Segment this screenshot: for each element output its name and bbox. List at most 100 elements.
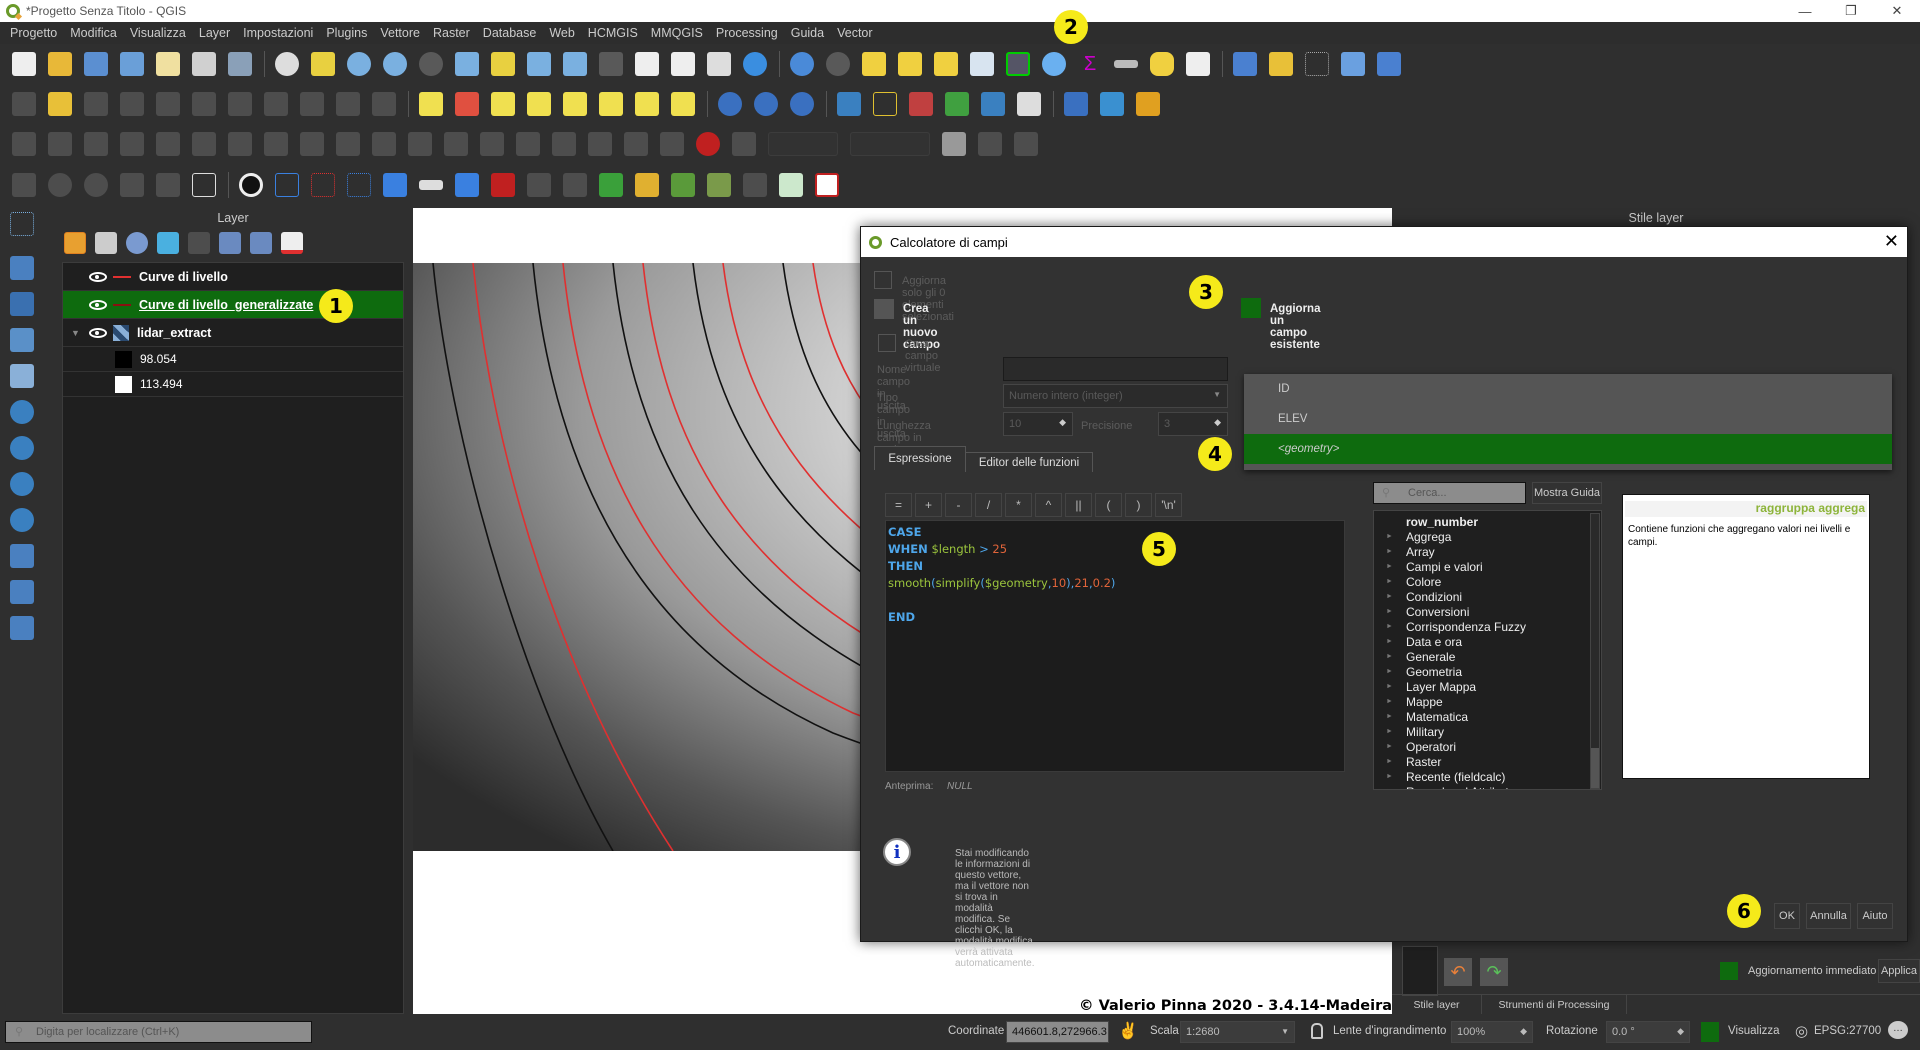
menu-visualizza[interactable]: Visualizza bbox=[130, 26, 186, 40]
close-window-button[interactable]: ✕ bbox=[1874, 0, 1920, 22]
redo-icon[interactable] bbox=[372, 92, 396, 116]
zoom-full-icon[interactable] bbox=[455, 52, 479, 76]
style-brush-icon[interactable] bbox=[64, 232, 86, 254]
help-icon[interactable] bbox=[1064, 92, 1088, 116]
manage-map-themes-icon[interactable] bbox=[126, 232, 148, 254]
menu-guida[interactable]: Guida bbox=[791, 26, 824, 40]
visibility-eye-icon[interactable] bbox=[89, 299, 107, 310]
snap-mode-icon[interactable] bbox=[732, 132, 756, 156]
tab-espressione[interactable]: Espressione bbox=[874, 446, 966, 470]
length-spinbox[interactable]: 10 ◆ bbox=[1003, 412, 1073, 436]
spinner-icon[interactable]: ◆ bbox=[1520, 1026, 1527, 1037]
new-map-view-icon[interactable] bbox=[635, 52, 659, 76]
digitize-b-icon[interactable] bbox=[48, 132, 72, 156]
plugin-c-icon[interactable] bbox=[981, 92, 1005, 116]
plugin-l-icon[interactable] bbox=[815, 173, 839, 197]
function-group[interactable]: ► Colore bbox=[1374, 574, 1601, 589]
field-option-elev[interactable]: ELEV bbox=[1244, 404, 1892, 434]
add-wcs-icon[interactable] bbox=[10, 472, 34, 496]
network-tool-icon[interactable] bbox=[383, 173, 407, 197]
expression-editor[interactable]: CASE WHEN $length > 25 THEN smooth(simpl… bbox=[885, 520, 1345, 772]
menu-vettore[interactable]: Vettore bbox=[380, 26, 420, 40]
deselect-all-icon[interactable] bbox=[934, 52, 958, 76]
plugin-i-icon[interactable] bbox=[635, 173, 659, 197]
digitize-g-icon[interactable] bbox=[228, 132, 252, 156]
add-rectangle-icon[interactable] bbox=[120, 173, 144, 197]
cut-features-icon[interactable] bbox=[228, 92, 252, 116]
add-mssql-icon[interactable] bbox=[10, 580, 34, 604]
ok-button[interactable]: OK bbox=[1774, 903, 1800, 929]
function-tree[interactable]: row_number ► Aggrega ► Array ► Campi e valo… bbox=[1373, 510, 1602, 790]
operator-close-paren-button[interactable]: ) bbox=[1125, 493, 1152, 517]
statistical-summary-icon[interactable]: Σ bbox=[1078, 52, 1102, 76]
function-group[interactable]: ► Aggrega bbox=[1374, 529, 1601, 544]
digitize-n-icon[interactable] bbox=[480, 132, 504, 156]
menu-impostazioni[interactable]: Impostazioni bbox=[243, 26, 313, 40]
restore-button[interactable]: ❐ bbox=[1828, 0, 1874, 22]
tab-processing-tools[interactable]: Strumenti di Processing bbox=[1482, 995, 1627, 1014]
remove-layer-icon[interactable] bbox=[281, 232, 303, 254]
apply-button[interactable]: Applica bbox=[1878, 959, 1920, 983]
function-group[interactable]: ► Recente (fieldcalc) bbox=[1374, 769, 1601, 784]
open-attribute-table-icon[interactable] bbox=[970, 52, 994, 76]
add-delimited-text-icon[interactable] bbox=[10, 212, 34, 236]
vertex-tool-icon[interactable] bbox=[156, 92, 180, 116]
label-toolbar-icon[interactable] bbox=[419, 92, 443, 116]
digitize-p-icon[interactable] bbox=[552, 132, 576, 156]
function-group[interactable]: ► Data e ora bbox=[1374, 634, 1601, 649]
expand-all-icon[interactable] bbox=[219, 232, 241, 254]
digitize-m-icon[interactable] bbox=[444, 132, 468, 156]
units-dropdown[interactable] bbox=[850, 132, 930, 156]
delete-selected-icon[interactable] bbox=[192, 92, 216, 116]
filter-expression-icon[interactable] bbox=[188, 232, 210, 254]
scale-combobox[interactable]: 1:2680 ▼ bbox=[1180, 1021, 1295, 1043]
digitize-q-icon[interactable] bbox=[588, 132, 612, 156]
operator-newline-button[interactable]: '\n' bbox=[1155, 493, 1182, 517]
add-polygon-icon[interactable] bbox=[156, 173, 180, 197]
refresh-icon[interactable] bbox=[743, 52, 767, 76]
add-oracle-icon[interactable] bbox=[10, 616, 34, 640]
digitize-l-icon[interactable] bbox=[408, 132, 432, 156]
identify-features-icon[interactable] bbox=[790, 52, 814, 76]
collapse-arrow-icon[interactable]: ▼ bbox=[71, 328, 80, 338]
digitize-k-icon[interactable] bbox=[372, 132, 396, 156]
digitize-e-icon[interactable] bbox=[156, 132, 180, 156]
data-source-manager-icon[interactable] bbox=[1233, 52, 1257, 76]
menu-modifica[interactable]: Modifica bbox=[70, 26, 117, 40]
field-option-geometry[interactable]: <geometry> bbox=[1244, 434, 1892, 464]
virtual-field-checkbox[interactable] bbox=[878, 334, 896, 352]
menu-hcmgis[interactable]: HCMGIS bbox=[588, 26, 638, 40]
menu-database[interactable]: Database bbox=[483, 26, 537, 40]
digitize-a-icon[interactable] bbox=[12, 132, 36, 156]
operator-open-paren-button[interactable]: ( bbox=[1095, 493, 1122, 517]
pin-labels-icon[interactable] bbox=[491, 92, 515, 116]
new-temp-layer-icon[interactable] bbox=[1377, 52, 1401, 76]
digitize-d-icon[interactable] bbox=[120, 132, 144, 156]
add-wms-icon[interactable] bbox=[10, 436, 34, 460]
change-label-icon[interactable] bbox=[635, 92, 659, 116]
globe-2-icon[interactable] bbox=[754, 92, 778, 116]
operator-divide-button[interactable]: / bbox=[975, 493, 1002, 517]
cross-b-icon[interactable] bbox=[1014, 132, 1038, 156]
run-action-icon[interactable] bbox=[826, 52, 850, 76]
snapping-icon[interactable] bbox=[696, 132, 720, 156]
nnjoin-icon[interactable] bbox=[1136, 92, 1160, 116]
undo-style-icon[interactable]: ↶ bbox=[1444, 958, 1472, 986]
function-item[interactable]: row_number bbox=[1374, 514, 1601, 529]
polyline-tool-icon[interactable] bbox=[347, 173, 371, 197]
operator-plus-button[interactable]: + bbox=[915, 493, 942, 517]
live-update-checkbox[interactable] bbox=[1720, 962, 1738, 980]
help-button[interactable]: Aiuto bbox=[1857, 903, 1893, 929]
visibility-eye-icon[interactable] bbox=[89, 271, 107, 282]
plugin-a-icon[interactable] bbox=[909, 92, 933, 116]
new-print-layout-icon[interactable] bbox=[156, 52, 180, 76]
zoom-out-icon[interactable] bbox=[383, 52, 407, 76]
output-name-input[interactable] bbox=[1003, 357, 1228, 381]
plugin-e-icon[interactable] bbox=[1100, 92, 1124, 116]
menu-web[interactable]: Web bbox=[549, 26, 574, 40]
plugin-k-icon[interactable] bbox=[743, 173, 767, 197]
menu-vector[interactable]: Vector bbox=[837, 26, 872, 40]
plugin-d-icon[interactable] bbox=[1017, 92, 1041, 116]
function-group[interactable]: ► Mappe bbox=[1374, 694, 1601, 709]
text-annotation-icon[interactable] bbox=[1186, 52, 1210, 76]
